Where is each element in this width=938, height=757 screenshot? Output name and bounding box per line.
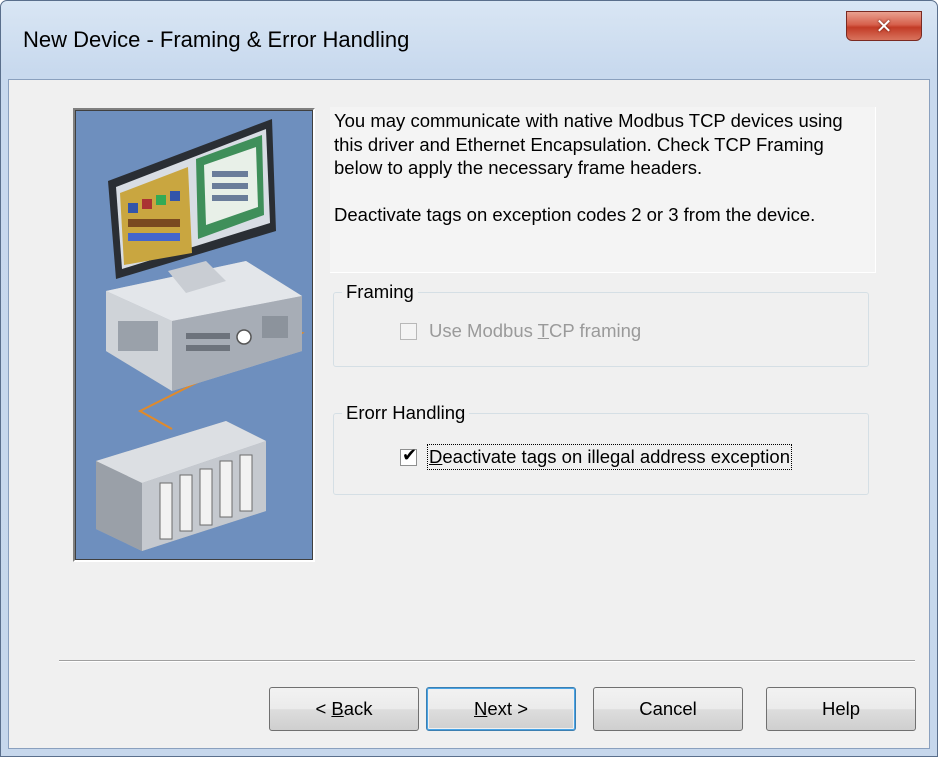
illustration-svg xyxy=(76,111,312,559)
help-button[interactable]: Help xyxy=(766,687,916,731)
tcp-framing-accel: T xyxy=(537,320,549,341)
window-title: New Device - Framing & Error Handling xyxy=(23,27,410,52)
tcp-framing-option[interactable]: Use Modbus TCP framing xyxy=(400,320,641,342)
cancel-button[interactable]: Cancel xyxy=(593,687,743,731)
close-icon: ✕ xyxy=(875,14,893,38)
deactivate-tags-option[interactable]: ✔ Deactivate tags on illegal address exc… xyxy=(400,444,792,470)
framing-legend: Framing xyxy=(346,281,414,302)
error-handling-legend: Erorr Handling xyxy=(346,402,466,423)
deactivate-tags-label-post: eactivate tags on illegal address except… xyxy=(442,446,790,467)
description-panel: You may communicate with native Modbus T… xyxy=(330,107,876,273)
description-text-2: Deactivate tags on exception codes 2 or … xyxy=(334,203,816,225)
next-button[interactable]: Next > xyxy=(426,687,576,731)
tcp-framing-label: Use Modbus TCP framing xyxy=(429,320,641,342)
back-label-pre: < xyxy=(315,698,332,719)
illustration-frame xyxy=(73,108,315,562)
button-separator xyxy=(59,660,915,662)
description-text-1: You may communicate with native Modbus T… xyxy=(334,110,843,178)
computer-and-plc-illustration xyxy=(75,110,313,560)
deactivate-tags-accel: D xyxy=(429,446,443,467)
close-button[interactable]: ✕ xyxy=(846,11,922,41)
dialog-body: You may communicate with native Modbus T… xyxy=(8,79,930,749)
tcp-framing-checkbox[interactable] xyxy=(400,322,417,340)
back-accel: B xyxy=(331,698,344,719)
next-accel: N xyxy=(474,698,488,719)
title-bar[interactable]: New Device - Framing & Error Handling ✕ xyxy=(1,1,937,79)
deactivate-tags-checkbox[interactable]: ✔ xyxy=(400,444,418,466)
deactivate-tags-label: Deactivate tags on illegal address excep… xyxy=(427,444,792,470)
dialog-window: New Device - Framing & Error Handling ✕ xyxy=(0,0,938,757)
back-label-post: ack xyxy=(343,698,373,719)
back-button[interactable]: < Back xyxy=(269,687,419,731)
tcp-framing-label-post: CP framing xyxy=(548,320,642,341)
tcp-framing-label-pre: Use Modbus xyxy=(429,320,538,341)
checkmark-icon: ✔ xyxy=(402,444,418,466)
next-label-post: ext > xyxy=(487,698,528,719)
